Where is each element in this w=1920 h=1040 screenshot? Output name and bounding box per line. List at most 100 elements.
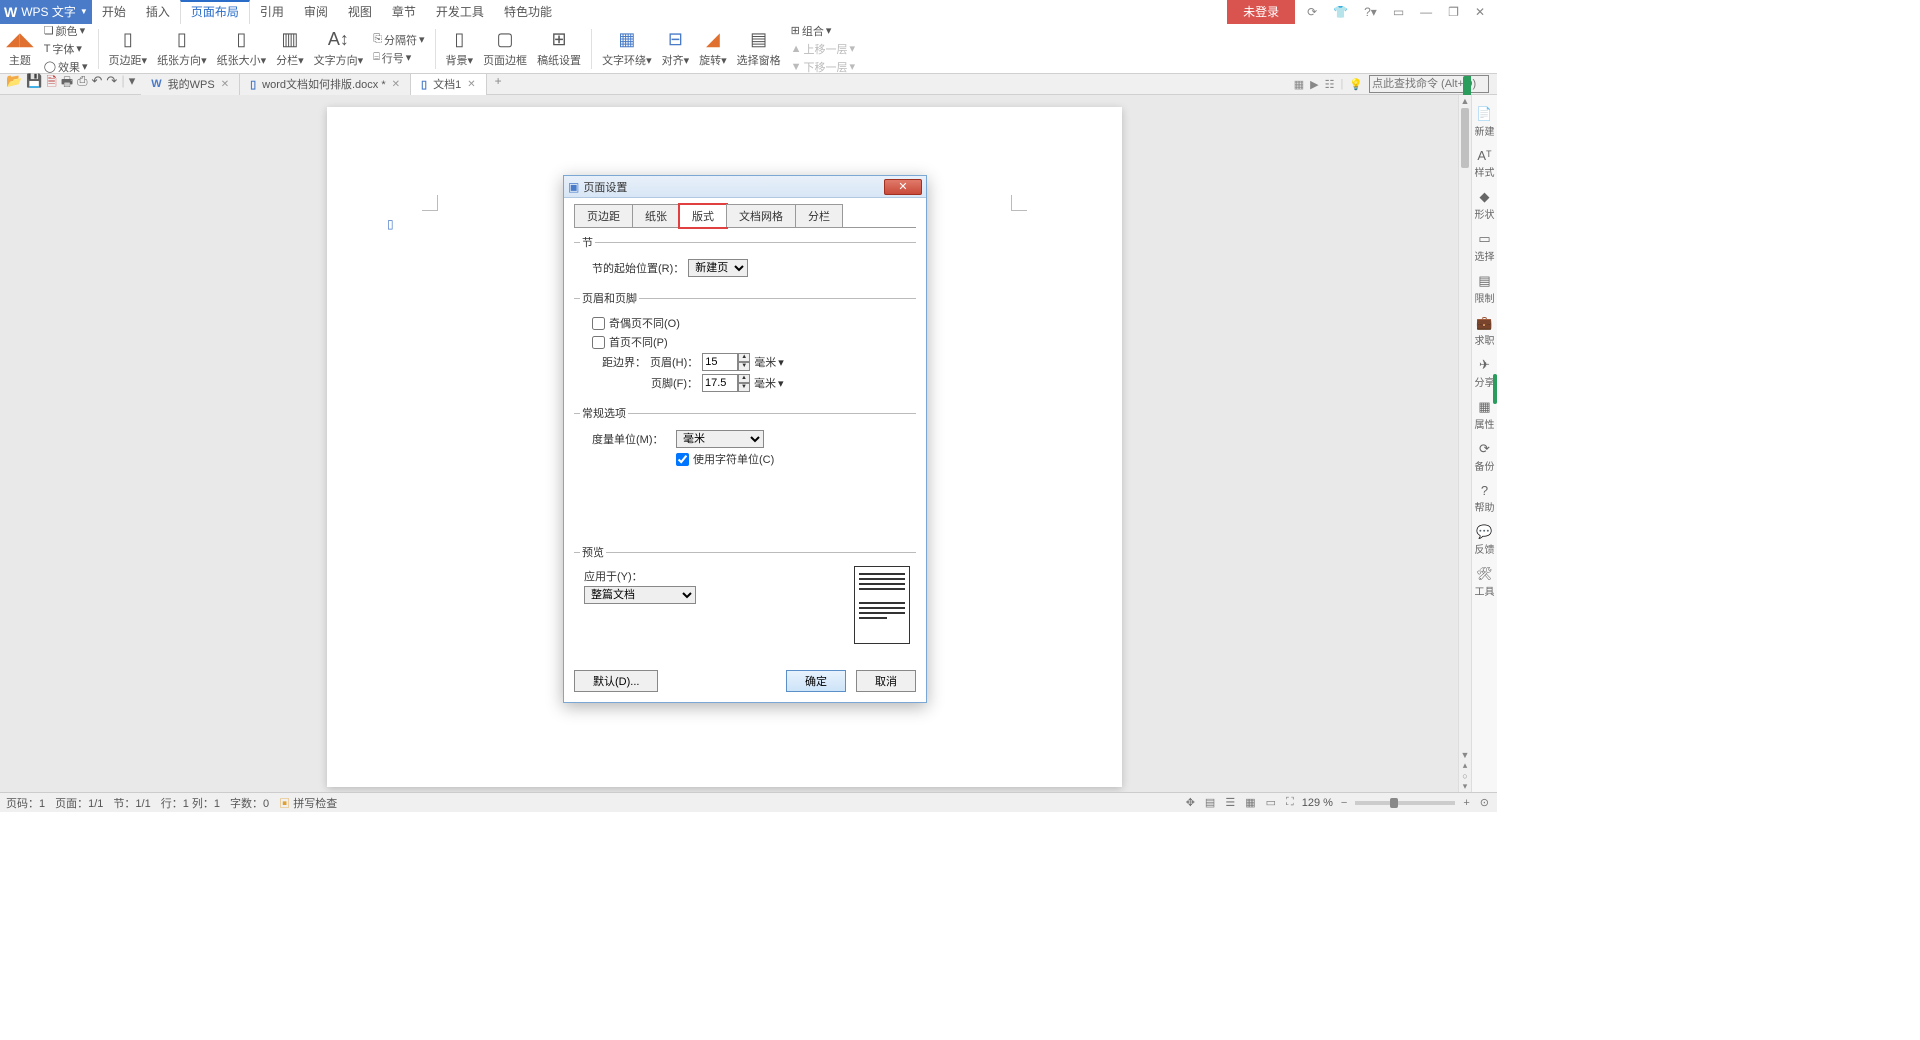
spin-down-icon[interactable]: ▼ [738,362,750,371]
add-tab-button[interactable]: + [487,74,510,95]
status-page[interactable]: 页面：1/1 [55,795,103,811]
side-job[interactable]: 💼求职 [1475,310,1495,352]
search-input[interactable] [1369,75,1489,93]
qat-dropdown[interactable]: ▾ [129,73,136,95]
scroll-up-icon[interactable]: ▲ [1459,95,1471,108]
skin-icon[interactable]: 👕 [1329,3,1352,21]
section-start-select[interactable]: 新建页 [688,259,748,277]
zoom-value[interactable]: 129 % [1302,797,1333,809]
tab-developer[interactable]: 开发工具 [426,0,494,24]
save-icon[interactable]: 💾 [26,73,42,95]
app-menu[interactable]: W WPS 文字 ▼ [0,0,92,24]
prev-page-icon[interactable]: ▴ [1459,760,1471,771]
view-outline-icon[interactable]: ☰ [1223,796,1237,809]
header-input[interactable] [702,353,738,371]
charunit-checkbox[interactable] [676,453,689,466]
side-select[interactable]: ▭选择 [1475,226,1495,268]
spin-down-icon[interactable]: ▼ [738,383,750,392]
front-button[interactable]: ▲上移一层▾ [791,41,855,57]
status-page-no[interactable]: 页码：1 [6,795,45,811]
measure-select[interactable]: 毫米 [676,430,764,448]
breaks-button[interactable]: ⎘分隔符▾ [373,32,424,48]
zoom-slider[interactable] [1355,801,1455,805]
default-button[interactable]: 默认(D)... [574,670,658,692]
maximize-icon[interactable]: ❐ [1444,3,1463,21]
doc-tab-mywps[interactable]: W 我的WPS ✕ [141,74,240,95]
side-feedback[interactable]: 💬反馈 [1475,519,1495,561]
close-tab-icon[interactable]: ✕ [221,79,229,90]
minimize-icon[interactable]: — [1416,3,1436,21]
zoom-in-icon[interactable]: + [1461,797,1471,809]
close-tab-icon[interactable]: ✕ [392,79,400,90]
size-button[interactable]: ▯纸张大小▾ [217,29,267,68]
footer-unit[interactable]: 毫米▾ [754,375,784,391]
direction-button[interactable]: A↕文字方向▾ [314,29,364,68]
dlg-tab-grid[interactable]: 文档网格 [726,204,796,227]
wrap-button[interactable]: ▦文字环绕▾ [602,29,652,68]
color-button[interactable]: ❏颜色▾ [44,23,88,39]
font-button[interactable]: T字体▾ [44,41,88,57]
dlg-tab-paper[interactable]: 纸张 [632,204,680,227]
side-tools[interactable]: 🛠工具 [1475,561,1495,603]
redo-icon[interactable]: ↷ [106,73,117,95]
group-button[interactable]: ⊞组合▾ [791,23,855,39]
pane-button[interactable]: ▤选择窗格 [737,29,781,68]
reader-icon[interactable]: ☷ [1325,78,1335,91]
first-diff-checkbox[interactable] [592,336,605,349]
tab-insert[interactable]: 插入 [136,0,180,24]
login-button[interactable]: 未登录 [1227,0,1295,24]
dlg-tab-columns[interactable]: 分栏 [795,204,843,227]
overlap-icon[interactable]: ▭ [1389,3,1408,21]
tab-start[interactable]: 开始 [92,0,136,24]
lineno-button[interactable]: ⌸行号▾ [373,50,424,66]
tab-page-layout[interactable]: 页面布局 [180,0,250,24]
orient-button[interactable]: ▯纸张方向▾ [157,29,207,68]
side-new[interactable]: 📄新建 [1475,101,1495,143]
side-accent[interactable] [1493,374,1497,404]
footer-input[interactable] [702,374,738,392]
columns-button[interactable]: ▥分栏▾ [276,29,304,68]
fit-icon[interactable]: ⊙ [1478,796,1491,809]
view-web-icon[interactable]: ▦ [1243,796,1257,809]
side-props[interactable]: ▦属性 [1475,394,1495,436]
open-icon[interactable]: 📂 [6,73,22,95]
doc-tab-worddoc[interactable]: ▯ word文档如何排版.docx * ✕ [240,74,411,95]
scroll-track[interactable] [1459,108,1471,752]
spin-up-icon[interactable]: ▲ [738,353,750,362]
dialog-titlebar[interactable]: ▣ 页面设置 ✕ [564,176,926,198]
browse-icon[interactable]: ○ [1459,771,1471,781]
side-share[interactable]: ✈分享 [1475,352,1495,394]
tab-special[interactable]: 特色功能 [494,0,562,24]
ruler-icon[interactable]: ▦ [1294,78,1304,91]
scroll-down-icon[interactable]: ▼ [1459,750,1471,760]
back-button[interactable]: ▼下移一层▾ [791,59,855,75]
header-unit[interactable]: 毫米▾ [754,354,784,370]
side-style[interactable]: Aᵀ样式 [1475,143,1495,184]
print-preview-icon[interactable]: 🗎 [46,73,56,95]
next-page-icon[interactable]: ▾ [1459,781,1471,792]
dialog-close-button[interactable]: ✕ [884,179,922,195]
side-help[interactable]: ?帮助 [1475,478,1495,519]
spin-up-icon[interactable]: ▲ [738,374,750,383]
view-cursor-icon[interactable]: ✥ [1184,796,1197,809]
vertical-scrollbar[interactable]: ▲ ▼ ▴ ○ ▾ [1458,95,1471,792]
side-restrict[interactable]: ▤限制 [1475,268,1495,310]
view-print-icon[interactable]: ▤ [1203,796,1217,809]
undo-icon[interactable]: ↶ [92,73,103,95]
side-shape[interactable]: ◆形状 [1475,184,1495,226]
side-backup[interactable]: ⟳备份 [1475,436,1495,478]
close-tab-icon[interactable]: ✕ [467,79,475,90]
help-icon[interactable]: ?▾ [1360,3,1381,21]
nav-icon[interactable]: ▶ [1310,78,1318,91]
print-direct-icon[interactable]: ⎙ [77,73,87,95]
tab-view[interactable]: 视图 [338,0,382,24]
background-button[interactable]: ▯背景▾ [446,29,474,68]
rotate-button[interactable]: ◢旋转▾ [699,29,727,68]
view-full-icon[interactable]: ⛶ [1284,796,1296,809]
watermark-button[interactable]: ⊞稿纸设置 [537,29,581,68]
apply-select[interactable]: 整篇文档 [584,586,696,604]
border-button[interactable]: ▢页面边框 [483,29,527,68]
close-icon[interactable]: ✕ [1471,3,1489,21]
dlg-tab-layout[interactable]: 版式 [679,204,727,228]
view-read-icon[interactable]: ▭ [1264,796,1278,809]
